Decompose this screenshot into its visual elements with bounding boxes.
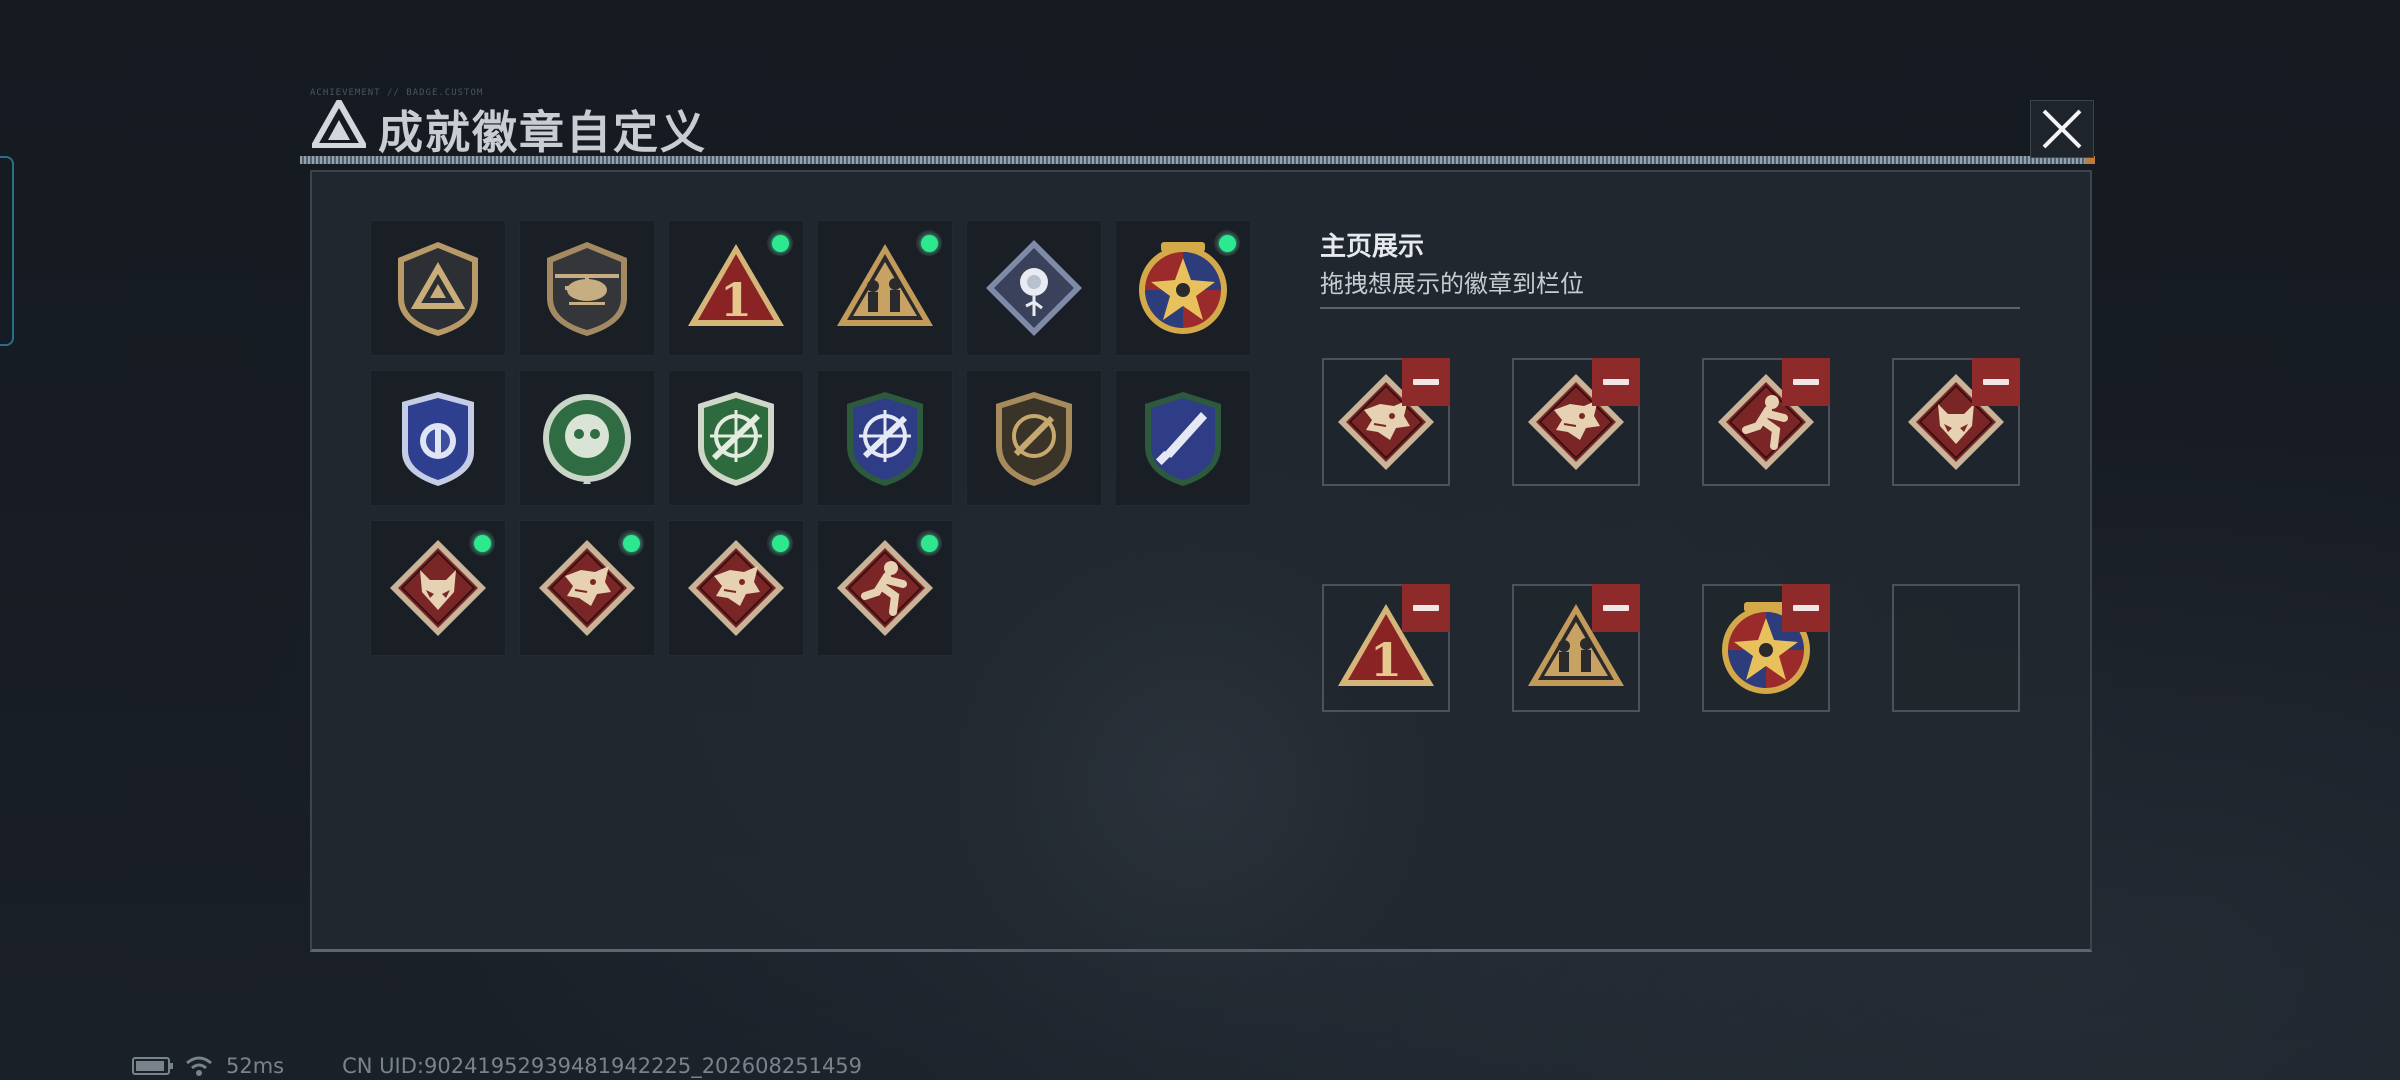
helicopter-shield-badge-icon <box>547 242 627 336</box>
badge-tile[interactable] <box>519 520 655 656</box>
badge-tile[interactable] <box>966 370 1102 506</box>
remove-badge-button[interactable] <box>1402 358 1450 406</box>
svg-text:1: 1 <box>720 273 752 327</box>
battery-icon <box>132 1057 173 1075</box>
badge-tile[interactable] <box>1115 220 1251 356</box>
remove-badge-button[interactable] <box>1782 584 1830 632</box>
display-section-hint: 拖拽想展示的徽章到栏位 <box>1320 270 1584 298</box>
blue-police-badge-icon <box>402 392 474 486</box>
display-slot-empty[interactable] <box>1892 584 2020 712</box>
game-logo-icon <box>312 100 366 148</box>
display-slot[interactable] <box>1322 358 1450 486</box>
remove-badge-button[interactable] <box>1592 358 1640 406</box>
bronze-crosshair-badge-icon <box>996 392 1072 486</box>
badge-tile[interactable] <box>817 370 953 506</box>
close-icon <box>2042 109 2082 149</box>
equipped-indicator <box>916 530 942 556</box>
badge-inventory-grid: 1 <box>370 220 1251 656</box>
badge-tile[interactable] <box>668 370 804 506</box>
badge-tile[interactable] <box>817 220 953 356</box>
display-slot[interactable] <box>1512 584 1640 712</box>
badge-tile[interactable] <box>370 520 506 656</box>
equipped-indicator <box>767 230 793 256</box>
equipped-indicator <box>1214 230 1240 256</box>
display-slot[interactable]: 1 <box>1322 584 1450 712</box>
badge-tile[interactable] <box>370 220 506 356</box>
badge-tile[interactable] <box>966 220 1102 356</box>
display-slot[interactable] <box>1512 358 1640 486</box>
remove-badge-button[interactable] <box>1972 358 2020 406</box>
display-divider <box>1320 307 2020 309</box>
badge-tile[interactable] <box>519 220 655 356</box>
badge-tile[interactable]: 1 <box>668 220 804 356</box>
equipped-indicator <box>916 230 942 256</box>
wifi-icon <box>186 1056 212 1076</box>
green-skull-badge-icon <box>543 394 631 484</box>
display-slot[interactable] <box>1702 584 1830 712</box>
title-divider <box>300 156 2095 164</box>
status-bar: 52ms CN UID:90241952939481942225_2026082… <box>132 1054 862 1078</box>
display-section-title: 主页展示 <box>1320 232 1425 262</box>
close-button[interactable] <box>2030 100 2094 158</box>
badge-tile[interactable] <box>1115 370 1251 506</box>
remove-badge-button[interactable] <box>1782 358 1830 406</box>
svg-text:1: 1 <box>1370 633 1402 687</box>
equipped-indicator <box>469 530 495 556</box>
ping-value: 52ms <box>226 1054 285 1078</box>
blue-knife-badge-icon <box>1145 392 1221 486</box>
remove-badge-button[interactable] <box>1402 584 1450 632</box>
display-slot[interactable] <box>1702 358 1830 486</box>
display-slot[interactable] <box>1892 358 2020 486</box>
remove-badge-button[interactable] <box>1592 584 1640 632</box>
side-bracket <box>0 156 14 346</box>
page-title: 成就徽章自定义 <box>378 106 708 159</box>
badge-tile[interactable] <box>370 370 506 506</box>
badge-tile[interactable] <box>668 520 804 656</box>
green-rifle-crosshair-badge-icon <box>698 392 774 486</box>
brand-shield-badge-icon <box>398 242 478 336</box>
equipped-indicator <box>618 530 644 556</box>
badge-tile[interactable] <box>817 520 953 656</box>
equipped-indicator <box>767 530 793 556</box>
badge-tile[interactable] <box>519 370 655 506</box>
badge-panel: 1 主页展示 拖拽想展示的徽章到栏位 1 <box>310 170 2092 1080</box>
rose-diamond-badge-icon <box>986 240 1082 336</box>
blue-crosshair-badge-icon <box>847 392 923 486</box>
user-uid: CN UID:90241952939481942225_202608251459 <box>342 1054 863 1078</box>
title-bar: ACHIEVEMENT // BADGE.CUSTOM 成就徽章自定义 <box>300 88 2095 164</box>
